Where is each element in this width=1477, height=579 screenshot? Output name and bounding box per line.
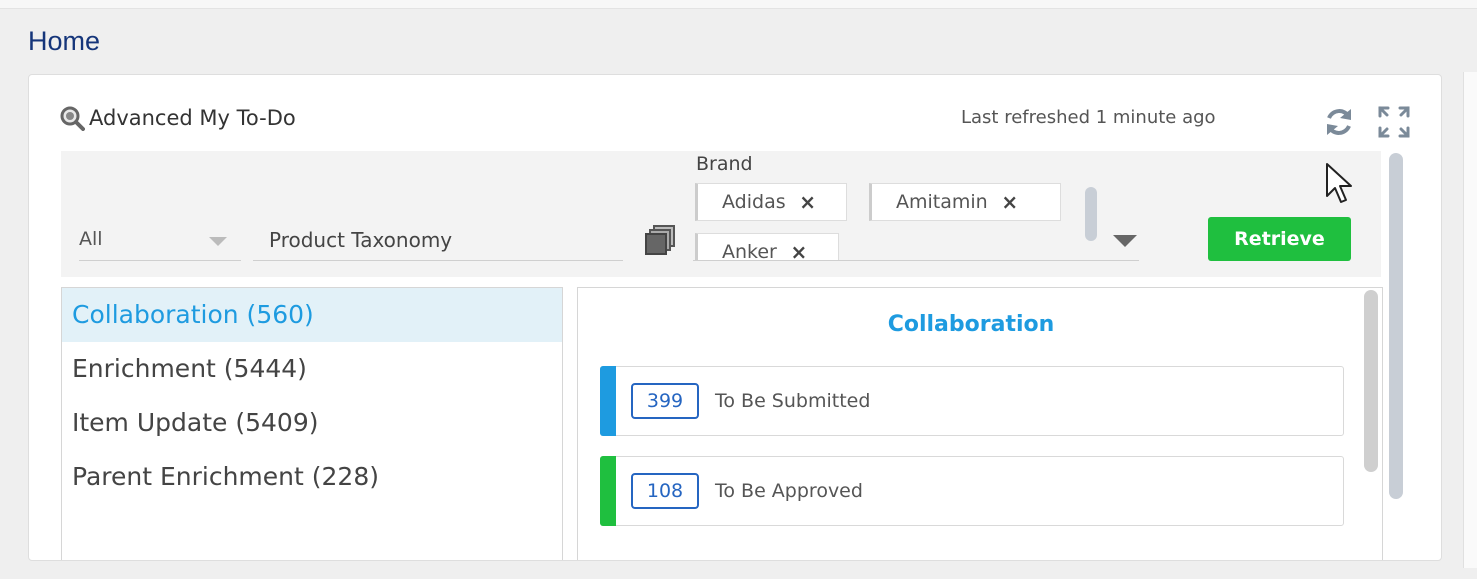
list-item[interactable]: Parent Enrichment (228) [62,450,562,504]
refresh-icon[interactable] [1322,105,1356,139]
task-card-to-be-submitted[interactable]: 399 To Be Submitted [600,366,1344,436]
status-stripe [600,366,616,436]
page-title: Home [28,26,101,56]
scope-select-value: All [79,228,103,250]
count-badge: 108 [631,473,699,509]
list-item[interactable]: Enrichment (5444) [62,342,562,396]
search-icon [60,106,85,131]
close-icon[interactable]: × [789,242,809,260]
widget-scrollbar[interactable] [1389,153,1403,499]
task-label: To Be Approved [715,480,863,502]
top-bar [0,0,1477,9]
widget-header: Advanced My To-Do [59,105,296,131]
chevron-down-icon[interactable] [1113,235,1137,247]
last-refreshed-text: Last refreshed 1 minute ago [961,107,1216,128]
close-icon[interactable]: × [798,192,818,212]
product-taxonomy-input[interactable] [253,219,623,261]
brand-label: Brand [696,153,753,175]
brand-chip-label: Adidas [722,191,786,213]
retrieve-button[interactable]: Retrieve [1208,217,1351,261]
detail-panel: Collaboration 399 To Be Submitted 108 To… [577,287,1383,560]
close-icon[interactable]: × [1000,192,1020,212]
brand-chip-label: Amitamin [896,191,988,213]
scope-select[interactable]: All [79,219,241,261]
brand-chip-amitamin: Amitamin × [869,183,1061,221]
widget-title: Advanced My To-Do [89,106,296,130]
brand-chip-label: Anker [722,241,777,261]
adjacent-panel-edge [1463,72,1477,568]
list-item[interactable]: Item Update (5409) [62,396,562,450]
task-label: To Be Submitted [715,390,871,412]
mouse-cursor-icon [1326,163,1352,203]
brand-multiselect[interactable]: Adidas × Amitamin × Anker × [693,179,1139,261]
chevron-down-icon [209,237,227,246]
filter-bar: All Brand Adidas × Amitamin × Anker × [61,151,1381,277]
count-badge: 399 [631,383,699,419]
brand-chip-anker: Anker × [695,233,839,261]
expand-icon[interactable] [1377,105,1411,139]
task-card-to-be-approved[interactable]: 108 To Be Approved [600,456,1344,526]
detail-title: Collaboration [887,312,1055,337]
list-item[interactable]: Collaboration (560) [62,288,562,342]
detail-scrollbar[interactable] [1364,290,1378,472]
brand-chip-adidas: Adidas × [695,183,847,221]
status-stripe [600,456,616,526]
copy-icon[interactable] [643,223,677,257]
advanced-todo-widget: Advanced My To-Do Last refreshed 1 minut… [28,74,1442,561]
category-list: Collaboration (560) Enrichment (5444) It… [61,287,563,560]
brand-scrollbar[interactable] [1085,187,1097,241]
